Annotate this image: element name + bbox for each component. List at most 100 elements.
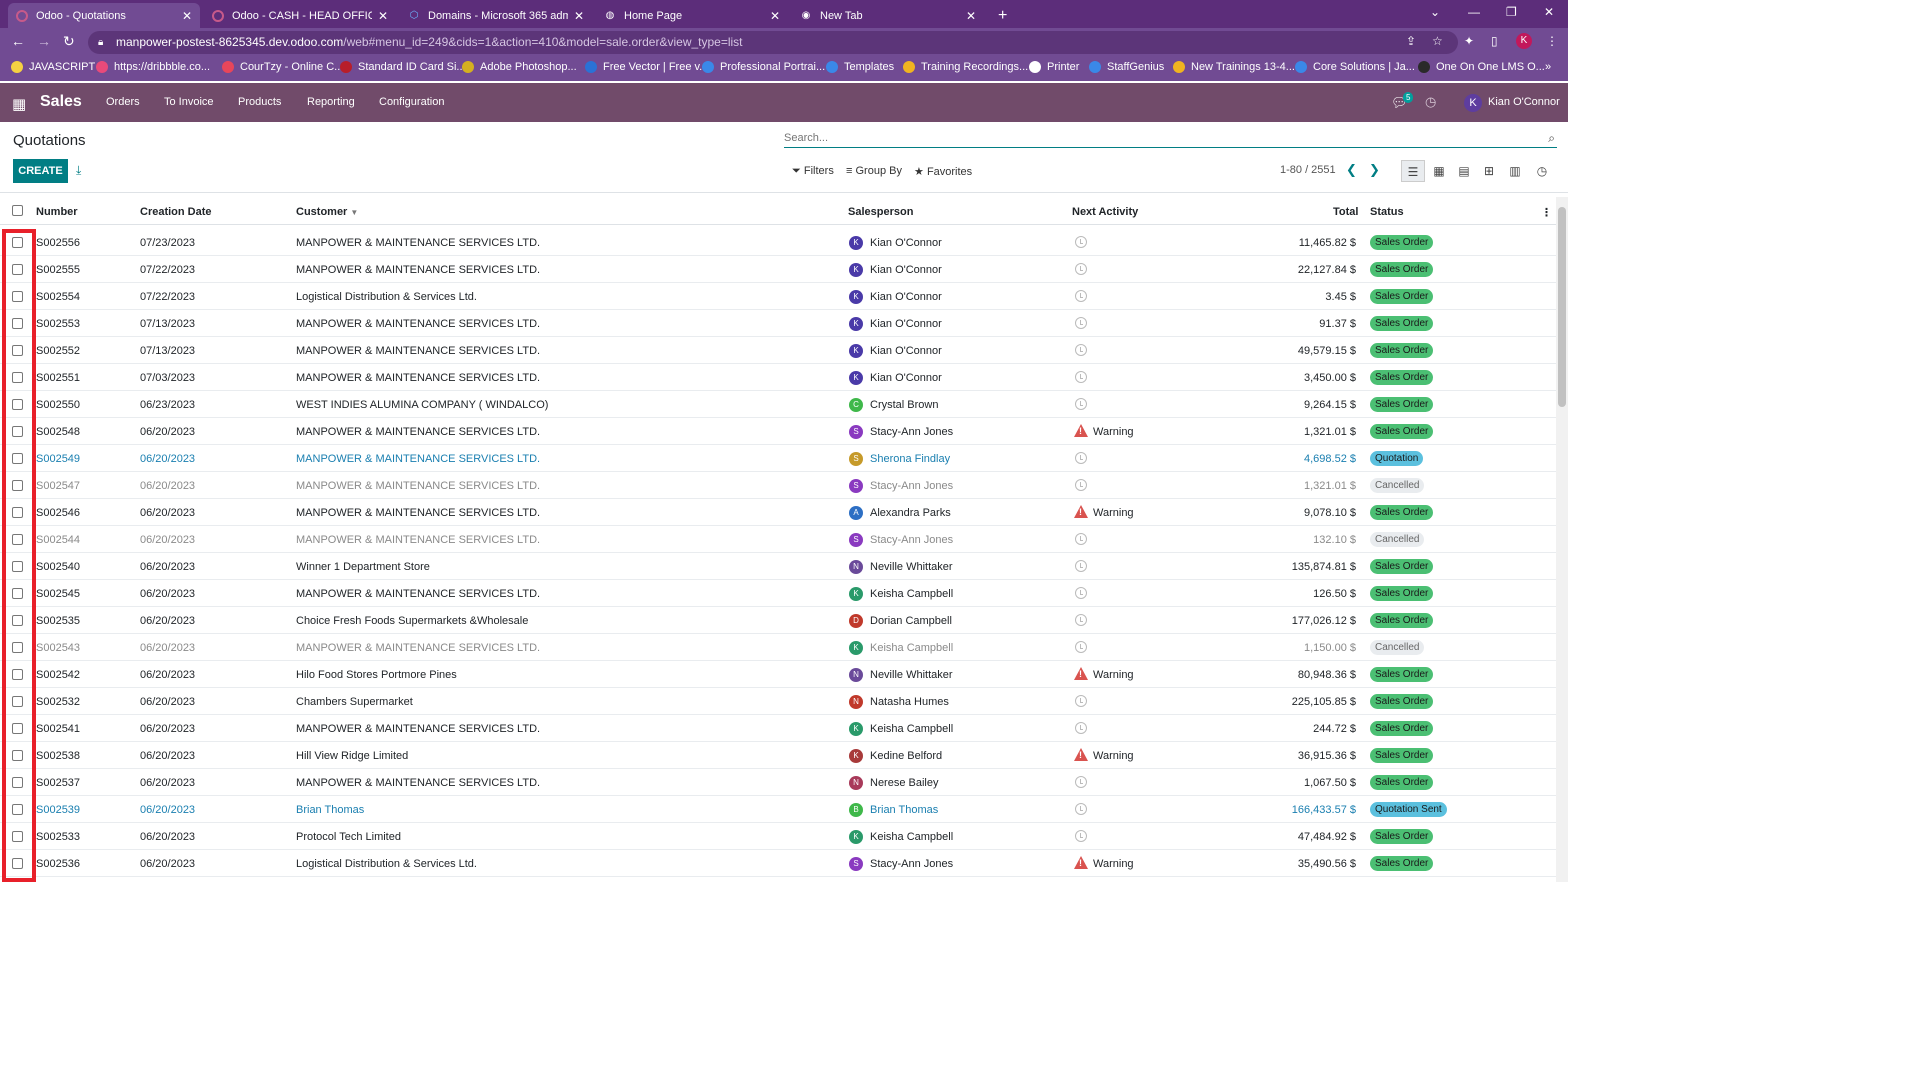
activity-clock-icon[interactable]: [1075, 614, 1087, 626]
profile-avatar[interactable]: K: [1516, 33, 1532, 49]
bookmark-item[interactable]: One On One LMS O...: [1418, 61, 1545, 73]
row-checkbox[interactable]: [12, 291, 23, 302]
bookmark-item[interactable]: Core Solutions | Ja...: [1295, 61, 1415, 73]
activity-clock-icon[interactable]: ◷: [1425, 94, 1436, 110]
row-checkbox[interactable]: [12, 534, 23, 545]
table-row[interactable]: S002556 07/23/2023 MANPOWER & MAINTENANCE …: [0, 229, 1556, 256]
optional-columns-kebab-icon[interactable]: ⋮: [1541, 206, 1552, 219]
scrollbar-thumb[interactable]: [1558, 207, 1566, 407]
table-row[interactable]: S002535 06/20/2023 Choice Fresh Foods Supe…: [0, 607, 1556, 634]
row-checkbox[interactable]: [12, 858, 23, 869]
activity-clock-icon[interactable]: [1075, 695, 1087, 707]
table-row[interactable]: S002532 06/20/2023 Chambers Supermarket N Na…: [0, 688, 1556, 715]
column-creation-date[interactable]: Creation Date: [140, 206, 212, 218]
reload-icon[interactable]: ↻: [63, 33, 75, 50]
group-by-button[interactable]: ≡ Group By: [846, 165, 902, 177]
side-panel-icon[interactable]: ▯: [1491, 34, 1498, 48]
download-icon[interactable]: ⤓: [76, 163, 81, 178]
table-row[interactable]: S002547 06/20/2023 MANPOWER & MAINTENANCE …: [0, 472, 1556, 499]
more-bookmarks-icon[interactable]: »: [1545, 61, 1551, 73]
menu-to-invoice[interactable]: To Invoice: [164, 96, 214, 108]
app-name[interactable]: Sales: [40, 93, 82, 111]
row-checkbox[interactable]: [12, 588, 23, 599]
activity-clock-icon[interactable]: [1075, 263, 1087, 275]
tab-odoo-quotations[interactable]: Odoo - Quotations ✕: [8, 3, 200, 28]
activity-clock-icon[interactable]: [1075, 641, 1087, 653]
bookmark-item[interactable]: https://dribbble.co...: [96, 61, 210, 73]
table-row[interactable]: S002552 07/13/2023 MANPOWER & MAINTENANCE …: [0, 337, 1556, 364]
bookmark-item[interactable]: Standard ID Card Si...: [340, 61, 466, 73]
pager-value[interactable]: 1-80 / 2551: [1280, 164, 1336, 176]
table-row[interactable]: S002544 06/20/2023 MANPOWER & MAINTENANCE …: [0, 526, 1556, 553]
bookmark-item[interactable]: Free Vector | Free v...: [585, 61, 708, 73]
row-checkbox[interactable]: [12, 777, 23, 788]
bookmark-item[interactable]: CourTzy - Online C...: [222, 61, 343, 73]
table-row[interactable]: S002541 06/20/2023 MANPOWER & MAINTENANCE …: [0, 715, 1556, 742]
row-checkbox[interactable]: [12, 426, 23, 437]
activity-clock-icon[interactable]: [1075, 236, 1087, 248]
close-icon[interactable]: ✕: [770, 9, 780, 23]
table-row[interactable]: S002554 07/22/2023 Logistical Distribution…: [0, 283, 1556, 310]
activity-clock-icon[interactable]: [1075, 776, 1087, 788]
select-all-checkbox[interactable]: [12, 205, 23, 216]
search-input[interactable]: [784, 130, 1524, 146]
create-button[interactable]: CREATE: [13, 159, 68, 183]
row-checkbox[interactable]: [12, 480, 23, 491]
warning-icon[interactable]: [1074, 856, 1088, 869]
activity-clock-icon[interactable]: [1075, 452, 1087, 464]
tab-odoo-cash[interactable]: Odoo - CASH - HEAD OFFICE ✕: [204, 3, 396, 28]
activity-clock-icon[interactable]: [1075, 587, 1087, 599]
back-arrow-icon[interactable]: ←: [11, 33, 25, 49]
warning-icon[interactable]: [1074, 505, 1088, 518]
app-menu-grid-icon[interactable]: ▦: [12, 95, 26, 113]
activity-clock-icon[interactable]: [1075, 398, 1087, 410]
table-row[interactable]: S002538 06/20/2023 Hill View Ridge Limited…: [0, 742, 1556, 769]
menu-reporting[interactable]: Reporting: [307, 96, 355, 108]
table-row[interactable]: S002536 06/20/2023 Logistical Distribution…: [0, 850, 1556, 877]
search-icon[interactable]: ⌕: [1548, 131, 1555, 146]
table-row[interactable]: S002543 06/20/2023 MANPOWER & MAINTENANCE …: [0, 634, 1556, 661]
menu-configuration[interactable]: Configuration: [379, 96, 444, 108]
tab-home-page[interactable]: ◍ Home Page ✕: [596, 3, 788, 28]
warning-icon[interactable]: [1074, 667, 1088, 680]
pivot-view-icon[interactable]: ⊞: [1477, 160, 1501, 182]
scrollbar[interactable]: [1556, 197, 1568, 882]
activity-clock-icon[interactable]: [1075, 344, 1087, 356]
activity-clock-icon[interactable]: [1075, 533, 1087, 545]
row-checkbox[interactable]: [12, 750, 23, 761]
menu-products[interactable]: Products: [238, 96, 281, 108]
favorites-button[interactable]: ★ Favorites: [914, 165, 972, 178]
warning-icon[interactable]: [1074, 748, 1088, 761]
row-checkbox[interactable]: [12, 507, 23, 518]
activity-clock-icon[interactable]: [1075, 722, 1087, 734]
bookmark-item[interactable]: Printer: [1029, 61, 1079, 73]
calendar-view-icon[interactable]: ▤: [1452, 160, 1476, 182]
table-row[interactable]: S002553 07/13/2023 MANPOWER & MAINTENANCE …: [0, 310, 1556, 337]
table-row[interactable]: S002537 06/20/2023 MANPOWER & MAINTENANCE …: [0, 769, 1556, 796]
activity-clock-icon[interactable]: [1075, 830, 1087, 842]
table-row[interactable]: S002546 06/20/2023 MANPOWER & MAINTENANCE …: [0, 499, 1556, 526]
column-customer[interactable]: Customer ▼: [296, 206, 358, 218]
tab-microsoft-domains[interactable]: ⬡ Domains - Microsoft 365 admin c ✕: [400, 3, 592, 28]
bookmark-item[interactable]: StaffGenius: [1089, 61, 1164, 73]
row-checkbox[interactable]: [12, 345, 23, 356]
row-checkbox[interactable]: [12, 696, 23, 707]
bookmark-item[interactable]: Adobe Photoshop...: [462, 61, 577, 73]
table-row[interactable]: S002539 06/20/2023 Brian Thomas B Brian Thom…: [0, 796, 1556, 823]
column-next-activity[interactable]: Next Activity: [1072, 206, 1138, 218]
row-checkbox[interactable]: [12, 723, 23, 734]
table-row[interactable]: S002551 07/03/2023 MANPOWER & MAINTENANCE …: [0, 364, 1556, 391]
table-row[interactable]: S002533 06/20/2023 Protocol Tech Limited K K…: [0, 823, 1556, 850]
row-checkbox[interactable]: [12, 642, 23, 653]
close-icon[interactable]: ✕: [966, 9, 976, 23]
table-row[interactable]: S002555 07/22/2023 MANPOWER & MAINTENANCE …: [0, 256, 1556, 283]
row-checkbox[interactable]: [12, 561, 23, 572]
table-row[interactable]: S002549 06/20/2023 MANPOWER & MAINTENANCE …: [0, 445, 1556, 472]
user-name[interactable]: Kian O'Connor: [1488, 96, 1560, 108]
pager-next-icon[interactable]: ❯: [1369, 162, 1380, 178]
bookmark-item[interactable]: New Trainings 13-4...: [1173, 61, 1295, 73]
row-checkbox[interactable]: [12, 615, 23, 626]
bookmark-item[interactable]: Training Recordings...: [903, 61, 1028, 73]
restore-icon[interactable]: ❐: [1506, 5, 1517, 19]
activity-clock-icon[interactable]: [1075, 317, 1087, 329]
